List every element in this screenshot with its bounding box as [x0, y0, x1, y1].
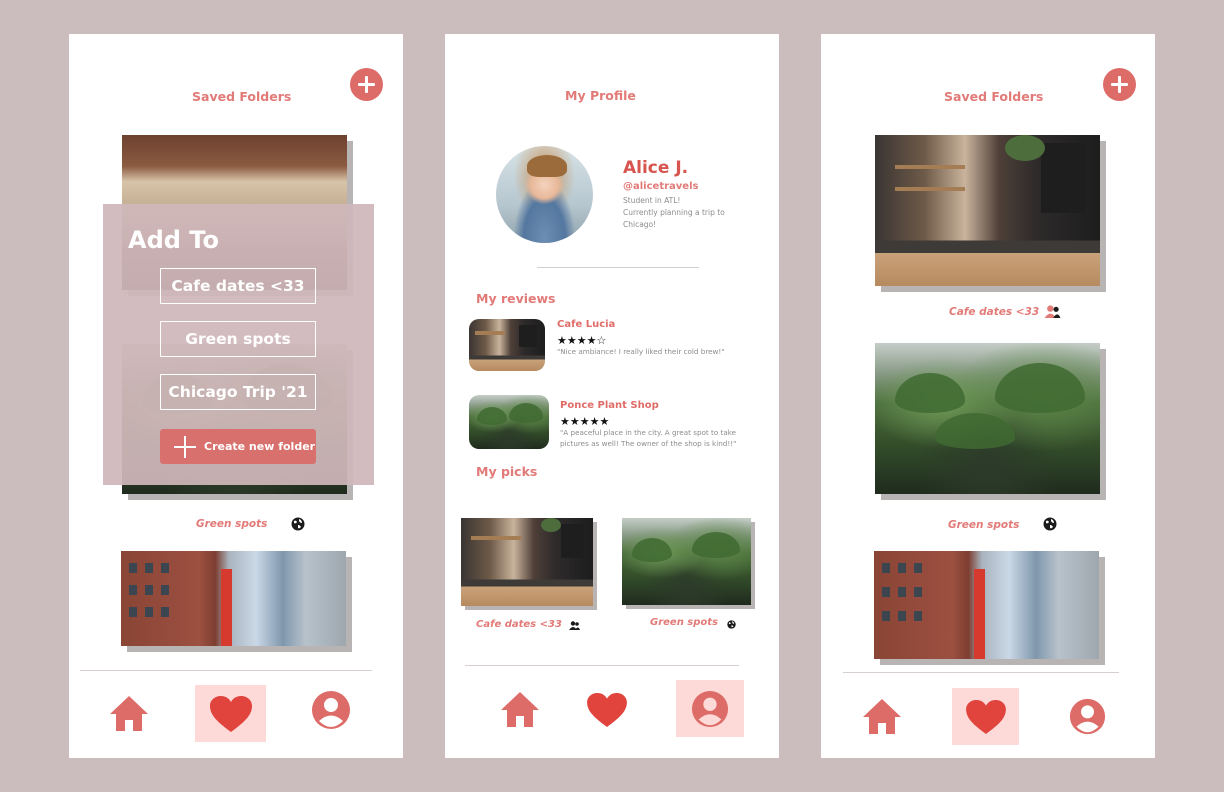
nav-favorites[interactable] — [195, 685, 266, 742]
create-new-folder-label: Create new folder — [204, 440, 316, 453]
popup-heading: Add To — [128, 226, 219, 254]
globe-icon — [727, 619, 736, 631]
review-title[interactable]: Cafe Lucia — [557, 319, 615, 330]
my-profile-screen: My Profile Alice J. @alicetravels Studen… — [445, 34, 779, 758]
nav-home[interactable] — [859, 693, 905, 739]
folder-caption: Cafe dates <33 — [949, 306, 1040, 318]
folder-caption: Green spots — [196, 518, 268, 530]
review-title[interactable]: Ponce Plant Shop — [560, 400, 659, 411]
folder-caption: Green spots — [948, 519, 1020, 531]
review-thumbnail[interactable] — [469, 319, 545, 371]
option-chicago-trip[interactable]: Chicago Trip '21 — [160, 374, 316, 410]
profile-bio: Student in ATL! Currently planning a tri… — [623, 195, 753, 231]
page-title: Saved Folders — [944, 89, 1044, 104]
add-folder-button[interactable] — [350, 68, 383, 101]
add-folder-button[interactable] — [1103, 68, 1136, 101]
heart-icon — [965, 699, 1006, 734]
globe-icon — [1043, 517, 1057, 533]
folder-card-chicago[interactable] — [121, 551, 352, 652]
avatar — [496, 146, 593, 243]
user-circle-icon — [1069, 698, 1105, 734]
create-new-folder-button[interactable]: Create new folder — [160, 429, 316, 464]
reviews-heading: My reviews — [476, 291, 556, 306]
folder-card-chicago[interactable] — [874, 551, 1105, 665]
home-icon — [110, 696, 148, 731]
heart-icon — [587, 692, 627, 728]
folder-photo — [875, 343, 1100, 494]
picks-heading: My picks — [476, 464, 538, 479]
profile-name: Alice J. — [623, 158, 689, 178]
saved-folders-screen: Saved Folders Cafe dates <33 Green spots — [821, 34, 1155, 758]
nav-home[interactable] — [497, 686, 543, 732]
pick-caption: Cafe dates <33 — [476, 619, 562, 630]
home-icon — [863, 699, 901, 734]
nav-profile[interactable] — [1067, 696, 1107, 736]
saved-folders-screen-add-to: Saved Folders Green spots Add To Cafe da… — [69, 34, 403, 758]
user-circle-icon — [312, 691, 350, 729]
review-thumbnail[interactable] — [469, 395, 549, 449]
nav-profile[interactable] — [310, 689, 352, 731]
nav-favorites[interactable] — [585, 689, 629, 731]
page-title: Saved Folders — [192, 89, 292, 104]
pick-caption: Green spots — [650, 617, 719, 628]
profile-handle: @alicetravels — [623, 181, 699, 192]
user-circle-icon — [691, 690, 729, 727]
folder-photo — [874, 551, 1099, 659]
pick-photo — [461, 518, 593, 606]
nav-favorites[interactable] — [952, 688, 1019, 745]
plus-icon — [174, 435, 196, 458]
pick-card-green-spots[interactable] — [622, 518, 755, 609]
people-icon — [569, 620, 580, 632]
heart-icon — [209, 695, 252, 732]
globe-icon — [291, 517, 305, 533]
folder-card-cafe-dates[interactable] — [875, 135, 1106, 292]
page-title: My Profile — [565, 88, 636, 103]
pick-card-cafe[interactable] — [461, 518, 597, 610]
add-to-popup: Add To Cafe dates <33 Green spots Chicag… — [103, 204, 374, 485]
review-text: "A peaceful place in the city. A great s… — [560, 428, 737, 448]
nav-home[interactable] — [105, 689, 153, 737]
option-cafe-dates[interactable]: Cafe dates <33 — [160, 268, 316, 304]
nav-profile[interactable] — [676, 680, 744, 737]
bio-line: Student in ATL! — [623, 196, 681, 205]
folder-photo — [121, 551, 346, 646]
bio-line: Currently planning a trip to Chicago! — [623, 208, 725, 229]
review-text: "Nice ambiance! I really liked their col… — [557, 347, 725, 356]
folder-photo — [875, 135, 1100, 286]
option-green-spots[interactable]: Green spots — [160, 321, 316, 357]
people-icon — [1044, 305, 1061, 320]
home-icon — [501, 692, 539, 727]
folder-card-green-spots[interactable] — [875, 343, 1106, 500]
pick-photo — [622, 518, 751, 605]
